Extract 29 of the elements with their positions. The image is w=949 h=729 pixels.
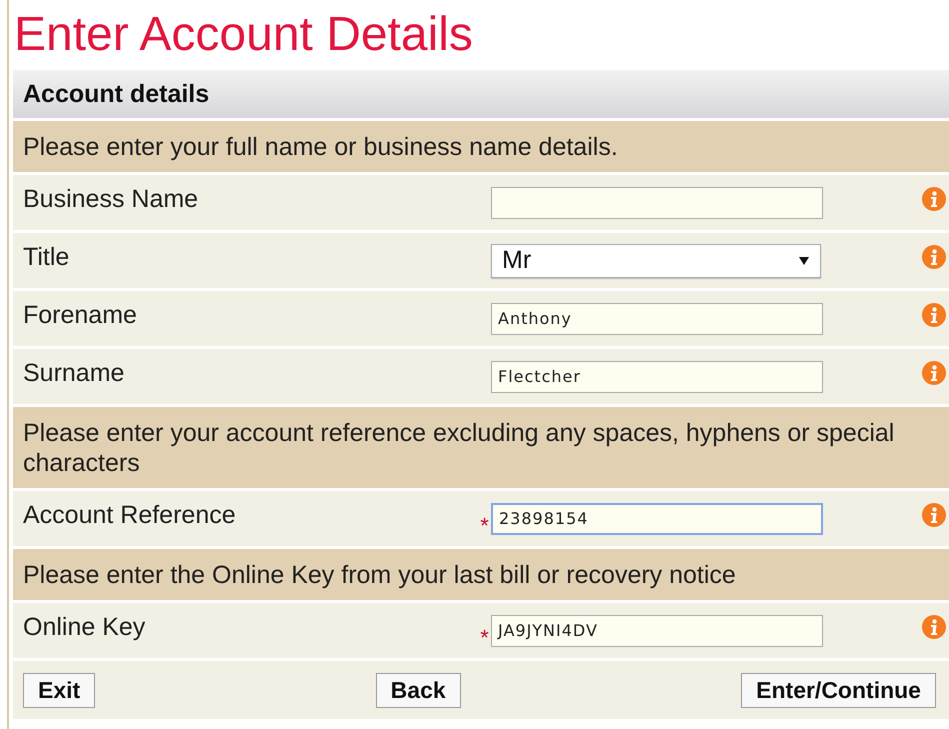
field-label: Title: [23, 242, 70, 272]
required-mark: *: [480, 512, 489, 536]
field-label: Surname: [23, 358, 126, 388]
field-label: Business Name: [23, 184, 200, 214]
form-button[interactable]: Back: [376, 672, 461, 708]
caret-icon: [798, 256, 810, 266]
field-label: Forename: [23, 300, 138, 330]
info-icon[interactable]: [922, 245, 946, 269]
field-label: Online Key: [23, 612, 146, 642]
input-field[interactable]: Anthony: [491, 302, 823, 334]
input-field[interactable]: [491, 186, 823, 218]
info-icon[interactable]: [922, 503, 946, 527]
form-button[interactable]: Enter/Continue: [741, 672, 936, 708]
section-header: Account details: [13, 70, 949, 118]
input-field[interactable]: Flectcher: [491, 360, 823, 392]
info-icon[interactable]: [922, 615, 946, 639]
input-field[interactable]: JA9JYNI4DV: [491, 614, 823, 646]
info-icon[interactable]: [922, 187, 946, 211]
info-icon[interactable]: [922, 361, 946, 385]
info-icon[interactable]: [922, 303, 946, 327]
instruction-text: Please enter your full name or business name details.: [13, 121, 949, 172]
required-mark: *: [480, 624, 489, 648]
form-button[interactable]: Exit: [23, 672, 96, 708]
field-label: Account Reference: [23, 500, 237, 530]
title-dropdown[interactable]: Mr: [491, 244, 821, 278]
page-title: Enter Account Details: [13, 7, 474, 63]
instruction-text: Please enter your account reference excluding any spaces, hyphens or special characters: [13, 407, 949, 488]
input-field[interactable]: 23898154: [491, 502, 823, 534]
instruction-text: Please enter the Online Key from your last bill or recovery notice: [13, 549, 949, 600]
